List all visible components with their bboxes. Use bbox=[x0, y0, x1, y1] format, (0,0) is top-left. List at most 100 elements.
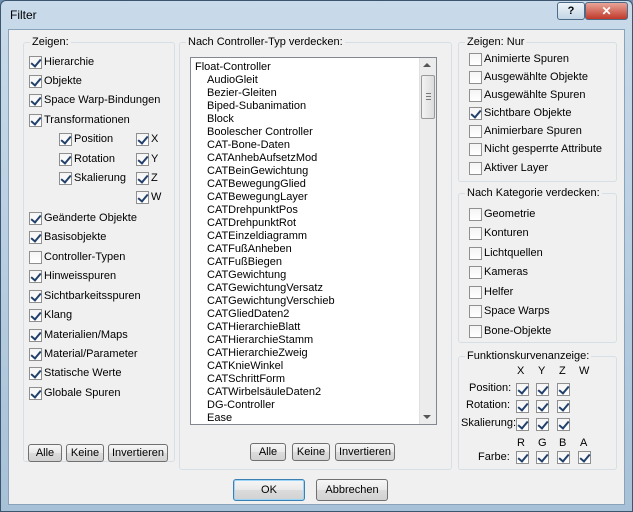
cameras-checkbox[interactable] bbox=[469, 266, 482, 279]
curve-position-z-checkbox[interactable] bbox=[557, 383, 570, 396]
animatable-tracks-checkbox[interactable] bbox=[469, 125, 482, 138]
position-checkbox[interactable] bbox=[59, 133, 72, 146]
scroll-thumb[interactable] bbox=[421, 75, 435, 119]
close-button[interactable]: ✕ bbox=[585, 2, 628, 20]
axis-x-checkbox[interactable] bbox=[136, 133, 149, 146]
controller-list-item[interactable]: CATHierarchieBlatt bbox=[191, 321, 300, 334]
material-parameters-checkbox[interactable] bbox=[29, 348, 42, 361]
modified-objects-checkbox[interactable] bbox=[29, 212, 42, 225]
materials-maps-checkbox[interactable] bbox=[29, 329, 42, 342]
helpers-checkbox[interactable] bbox=[469, 286, 482, 299]
controller-list-item[interactable]: CATBewegungGlied bbox=[191, 178, 306, 191]
controller-list-item[interactable]: Block bbox=[191, 113, 234, 126]
controller-list-item[interactable]: CATHierarchieZweig bbox=[191, 347, 308, 360]
controller-list-item[interactable]: CATGliedDaten2 bbox=[191, 308, 289, 321]
bone-objects-checkbox[interactable] bbox=[469, 325, 482, 338]
controller-list-item[interactable]: CATWirbelsäuleDaten2 bbox=[191, 386, 321, 399]
controller-list-item[interactable]: CATAnhebAufsetzMod bbox=[191, 152, 317, 165]
geometry-checkbox[interactable] bbox=[469, 208, 482, 221]
function-curve-display-title: Funktionskurvenanzeige: bbox=[465, 350, 592, 362]
unlocked-attributes-checkbox[interactable] bbox=[469, 143, 482, 156]
curve-position-x-checkbox[interactable] bbox=[516, 383, 529, 396]
curve-scaling-x-checkbox[interactable] bbox=[516, 418, 529, 431]
title-bar[interactable]: Filter ? ✕ bbox=[1, 1, 632, 29]
color-g-checkbox[interactable] bbox=[536, 451, 549, 464]
help-button[interactable]: ? bbox=[557, 2, 585, 20]
controller-list-item[interactable]: Float-Controller bbox=[191, 61, 271, 74]
curve-scaling-y-checkbox[interactable] bbox=[536, 418, 549, 431]
scroll-up-arrow-icon[interactable] bbox=[423, 63, 431, 67]
controller-list-item[interactable]: Bezier-Gleiten bbox=[191, 87, 277, 100]
color-a-checkbox[interactable] bbox=[578, 451, 591, 464]
color-b-checkbox[interactable] bbox=[557, 451, 570, 464]
controller-list-item[interactable]: CATHierarchieStamm bbox=[191, 334, 313, 347]
animatable-tracks-label: Animierbare Spuren bbox=[484, 125, 582, 137]
shapes-label: Konturen bbox=[484, 227, 529, 239]
axis-z-checkbox[interactable] bbox=[136, 172, 149, 185]
curve-rotation-x-checkbox[interactable] bbox=[516, 400, 529, 413]
global-tracks-label: Globale Spuren bbox=[44, 387, 121, 399]
controller-list-item[interactable]: Ease bbox=[191, 412, 232, 424]
controller-list-item[interactable]: CATKnieWinkel bbox=[191, 360, 283, 373]
visibility-tracks-label: Sichtbarkeitsspuren bbox=[44, 290, 141, 302]
note-tracks-checkbox[interactable] bbox=[29, 270, 42, 283]
controller-list-item[interactable]: CAT-Bone-Daten bbox=[191, 139, 290, 152]
visible-objects-checkbox[interactable] bbox=[469, 107, 482, 120]
controller-list-item[interactable]: CATDrehpunktPos bbox=[191, 204, 298, 217]
curve-scaling-z-checkbox[interactable] bbox=[557, 418, 570, 431]
controller-list-item[interactable]: CATBeinGewichtung bbox=[191, 165, 308, 178]
curve-scaling-label: Skalierung: bbox=[461, 417, 517, 429]
global-tracks-checkbox[interactable] bbox=[29, 387, 42, 400]
controller-list-item[interactable]: CATFußAnheben bbox=[191, 243, 292, 256]
controller-list-item[interactable]: Boolescher Controller bbox=[191, 126, 313, 139]
color-r-checkbox[interactable] bbox=[516, 451, 529, 464]
spacewarp-bindings-checkbox[interactable] bbox=[29, 94, 42, 107]
curve-position-y-checkbox[interactable] bbox=[536, 383, 549, 396]
transformations-checkbox[interactable] bbox=[29, 114, 42, 127]
show-all-button[interactable]: Alle bbox=[28, 444, 62, 462]
curve-rotation-z-checkbox[interactable] bbox=[557, 400, 570, 413]
space-warps-checkbox[interactable] bbox=[469, 305, 482, 318]
axis-y-checkbox[interactable] bbox=[136, 153, 149, 166]
base-objects-checkbox[interactable] bbox=[29, 231, 42, 244]
shapes-checkbox[interactable] bbox=[469, 227, 482, 240]
rotation-checkbox[interactable] bbox=[59, 153, 72, 166]
cancel-button[interactable]: Abbrechen bbox=[316, 479, 388, 501]
controller-all-button[interactable]: Alle bbox=[250, 443, 286, 461]
controller-types-checkbox[interactable] bbox=[29, 251, 42, 264]
selected-objects-checkbox[interactable] bbox=[469, 71, 482, 84]
controller-type-list[interactable]: Float-Controller AudioGleit Bezier-Gleiten… bbox=[190, 57, 437, 425]
controller-list-item[interactable]: CATGewichtungVersatz bbox=[191, 282, 323, 295]
objects-checkbox[interactable] bbox=[29, 75, 42, 88]
axis-w-checkbox[interactable] bbox=[136, 191, 149, 204]
controller-list-item[interactable]: CATBewegungLayer bbox=[191, 191, 308, 204]
ok-button[interactable]: OK bbox=[233, 479, 305, 501]
controller-list-item[interactable]: CATDrehpunktRot bbox=[191, 217, 296, 230]
position-label: Position bbox=[74, 133, 114, 145]
active-layer-checkbox[interactable] bbox=[469, 162, 482, 175]
animated-tracks-checkbox[interactable] bbox=[469, 53, 482, 66]
controller-list-item[interactable]: CATSchrittForm bbox=[191, 373, 285, 386]
show-none-button[interactable]: Keine bbox=[66, 444, 104, 462]
helpers-label: Helfer bbox=[484, 286, 514, 298]
controller-list-item[interactable]: CATGewichtung bbox=[191, 269, 286, 282]
selected-tracks-checkbox[interactable] bbox=[469, 89, 482, 102]
controller-list-item[interactable]: CATEinzeldiagramm bbox=[191, 230, 307, 243]
static-values-checkbox[interactable] bbox=[29, 367, 42, 380]
controller-list-item[interactable]: AudioGleit bbox=[191, 74, 258, 87]
visibility-tracks-checkbox[interactable] bbox=[29, 290, 42, 303]
hierarchy-checkbox[interactable] bbox=[29, 56, 42, 69]
controller-list-item[interactable]: CATGewichtungVerschieb bbox=[191, 295, 335, 308]
controller-invert-button[interactable]: Invertieren bbox=[335, 443, 395, 461]
list-scrollbar[interactable] bbox=[419, 58, 436, 424]
lights-checkbox[interactable] bbox=[469, 247, 482, 260]
show-invert-button[interactable]: Invertieren bbox=[108, 444, 168, 462]
controller-list-item[interactable]: Biped-Subanimation bbox=[191, 100, 306, 113]
controller-none-button[interactable]: Keine bbox=[292, 443, 330, 461]
scroll-down-arrow-icon[interactable] bbox=[423, 415, 431, 419]
curve-rotation-y-checkbox[interactable] bbox=[536, 400, 549, 413]
scaling-checkbox[interactable] bbox=[59, 172, 72, 185]
sound-checkbox[interactable] bbox=[29, 309, 42, 322]
controller-list-item[interactable]: DG-Controller bbox=[191, 399, 275, 412]
controller-list-item[interactable]: CATFußBiegen bbox=[191, 256, 282, 269]
